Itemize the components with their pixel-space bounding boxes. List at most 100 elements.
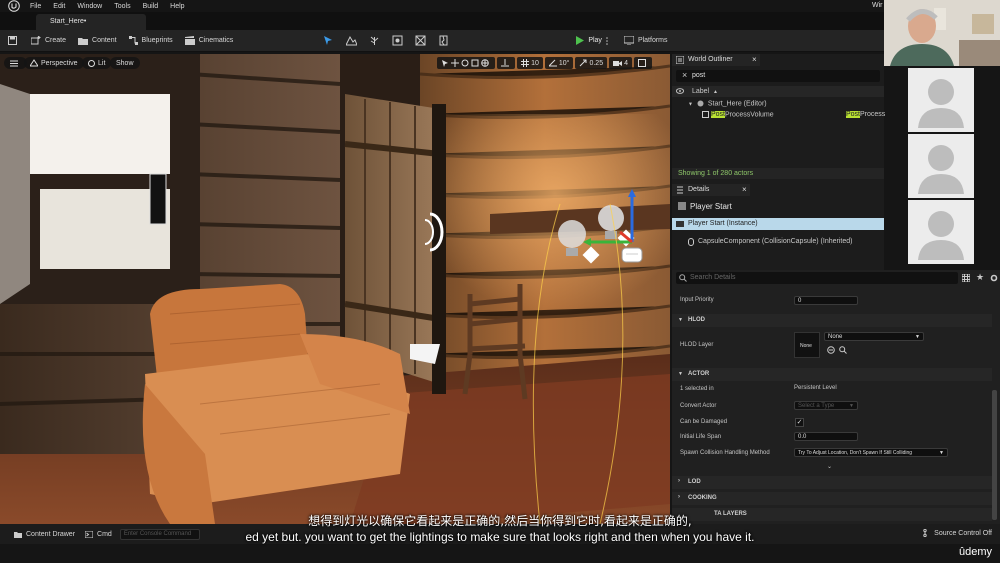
details-close-icon[interactable]: ×	[742, 185, 747, 194]
rotate-icon[interactable]	[461, 59, 469, 67]
perspective-label: Perspective	[41, 59, 78, 67]
fracture-mode-icon[interactable]	[438, 35, 449, 46]
menu-build[interactable]: Build	[143, 3, 159, 10]
landscape-mode-icon[interactable]	[346, 35, 358, 46]
grid-snap-button[interactable]: 10	[517, 57, 543, 69]
dropdown-chevron-icon: ▼	[915, 334, 920, 340]
show-button[interactable]: Show	[110, 57, 140, 69]
save-icon[interactable]	[8, 36, 17, 45]
actor-section-header[interactable]: ▼ ACTOR	[672, 368, 992, 381]
create-button[interactable]: Create	[31, 36, 66, 45]
actor-type-rest: Process	[860, 111, 886, 118]
outliner-header: Label ▲	[672, 86, 884, 97]
hlod-section-label: HLOD	[688, 317, 705, 323]
cinematics-button[interactable]: Cinematics	[184, 36, 233, 45]
actor-type-match: Post	[846, 111, 861, 118]
settings-gear-icon[interactable]	[990, 274, 998, 282]
select-mode-icon[interactable]	[323, 35, 334, 46]
blueprints-icon	[128, 36, 138, 45]
surface-snap-icon	[501, 59, 510, 67]
world-outliner-tab[interactable]: World Outliner ×	[672, 54, 760, 66]
property-matrix-icon[interactable]	[962, 274, 970, 282]
menu-tools[interactable]: Tools	[114, 3, 130, 10]
component-row-instance[interactable]: Player Start (Instance)	[672, 218, 884, 230]
outliner-level-row[interactable]: ▼ Start_Here (Editor)	[672, 100, 884, 111]
presenter-video	[884, 0, 1000, 66]
actor-icon	[678, 202, 686, 210]
close-icon[interactable]: ×	[752, 55, 757, 64]
transform-tools[interactable]	[437, 57, 496, 69]
platforms-label: Platforms	[637, 37, 668, 44]
details-scrollbar[interactable]	[992, 390, 997, 520]
mesh-paint-mode-icon[interactable]	[392, 35, 403, 46]
outliner-search-input[interactable]: × post	[676, 70, 880, 82]
world-outliner-panel: World Outliner × × post Label ▲ ▼ Start_…	[672, 54, 886, 184]
convert-actor-dropdown[interactable]: Select a Type ▼	[794, 401, 858, 410]
level-viewport[interactable]: Perspective Lit Show 10 10° 0.25 4	[0, 54, 670, 524]
platforms-button[interactable]: Platforms	[623, 36, 668, 45]
sort-asc-icon[interactable]: ▲	[713, 89, 718, 95]
details-tab[interactable]: Details ×	[672, 184, 750, 196]
perspective-button[interactable]: Perspective	[24, 57, 84, 69]
maximize-viewport-button[interactable]	[634, 57, 652, 69]
outliner-actor-row[interactable]: PostProcessVolume PostProcess	[672, 111, 886, 122]
world-space-icon[interactable]	[481, 59, 489, 67]
play-button[interactable]: Play	[575, 36, 612, 45]
scale-icon[interactable]	[471, 59, 479, 67]
initial-life-span-field[interactable]: 0.0	[794, 432, 858, 441]
camera-speed-button[interactable]: 4	[609, 57, 632, 69]
cooking-expand-icon: ›	[678, 494, 680, 500]
blueprints-label: Blueprints	[141, 37, 173, 44]
label-column-header[interactable]: Label	[692, 88, 709, 95]
clear-search-icon[interactable]: ×	[682, 70, 687, 80]
scale-snap-button[interactable]: 0.25	[575, 57, 608, 69]
foliage-mode-icon[interactable]	[369, 35, 380, 46]
content-button[interactable]: Content	[78, 36, 117, 45]
lit-label: Lit	[98, 59, 106, 67]
details-panel: Details × Player Start Player Start (Ins…	[672, 184, 884, 270]
viewport-transform-toolbar: 10 10° 0.25 4	[437, 57, 652, 69]
component-row-capsule[interactable]: CapsuleComponent (CollisionCapsule) (Inh…	[672, 236, 884, 248]
blueprints-button[interactable]: Blueprints	[128, 36, 173, 45]
browse-search-icon[interactable]	[839, 346, 847, 354]
spawn-collision-dropdown[interactable]: Try To Adjust Location, Don't Spawn If S…	[794, 448, 948, 457]
translate-icon[interactable]	[451, 59, 460, 67]
level-icon	[697, 100, 704, 107]
level-tab-label: Start_Here•	[50, 18, 87, 25]
visibility-eye-icon[interactable]	[676, 88, 684, 95]
spawn-collision-value: Try To Adjust Location, Don't Spawn If S…	[798, 450, 913, 456]
play-options-icon[interactable]	[606, 36, 608, 45]
hlod-layer-dropdown[interactable]: None ▼	[824, 332, 924, 341]
menu-help[interactable]: Help	[170, 3, 184, 10]
input-priority-label: Input Priority	[680, 297, 714, 303]
level-tab[interactable]: Start_Here•	[36, 14, 146, 30]
input-priority-field[interactable]: 0	[794, 296, 858, 305]
outliner-status: Showing 1 of 280 actors	[672, 168, 884, 179]
actor-name-label: Player Start	[690, 202, 732, 211]
modeling-mode-icon[interactable]	[415, 35, 426, 46]
actor-collapse-icon: ▼	[678, 371, 683, 377]
selected-actor-name: Player Start	[676, 199, 880, 213]
select-arrow-icon[interactable]	[441, 59, 449, 67]
details-title: Details	[688, 186, 710, 193]
rotation-snap-button[interactable]: 10°	[544, 57, 574, 69]
details-search-input[interactable]: Search Details	[676, 272, 958, 284]
participant-avatar-icon	[918, 79, 964, 128]
hlod-section-header[interactable]: ▼ HLOD	[672, 314, 992, 327]
surface-snap-button[interactable]	[497, 57, 516, 69]
hlod-collapse-icon: ▼	[678, 317, 683, 323]
expand-chevron-icon[interactable]: ▼	[688, 101, 693, 107]
lod-section-header[interactable]: › LOD	[672, 476, 992, 489]
use-selected-icon[interactable]	[827, 346, 835, 354]
menu-edit[interactable]: Edit	[53, 3, 65, 10]
lit-mode-button[interactable]: Lit	[82, 57, 112, 69]
can-be-damaged-checkbox[interactable]: ✓	[795, 418, 804, 427]
menu-window[interactable]: Window	[77, 3, 102, 10]
hlod-thumbnail[interactable]: None	[794, 332, 820, 358]
cooking-section-header[interactable]: › COOKING	[672, 492, 992, 505]
favorites-star-icon[interactable]: ★	[976, 272, 984, 283]
menu-file[interactable]: File	[30, 3, 41, 10]
advanced-expand-icon[interactable]: ⌄	[827, 463, 832, 470]
subtitle-english: ed yet but. you want to get the lighting…	[245, 530, 755, 544]
spawn-collision-label: Spawn Collision Handling Method	[680, 450, 770, 456]
